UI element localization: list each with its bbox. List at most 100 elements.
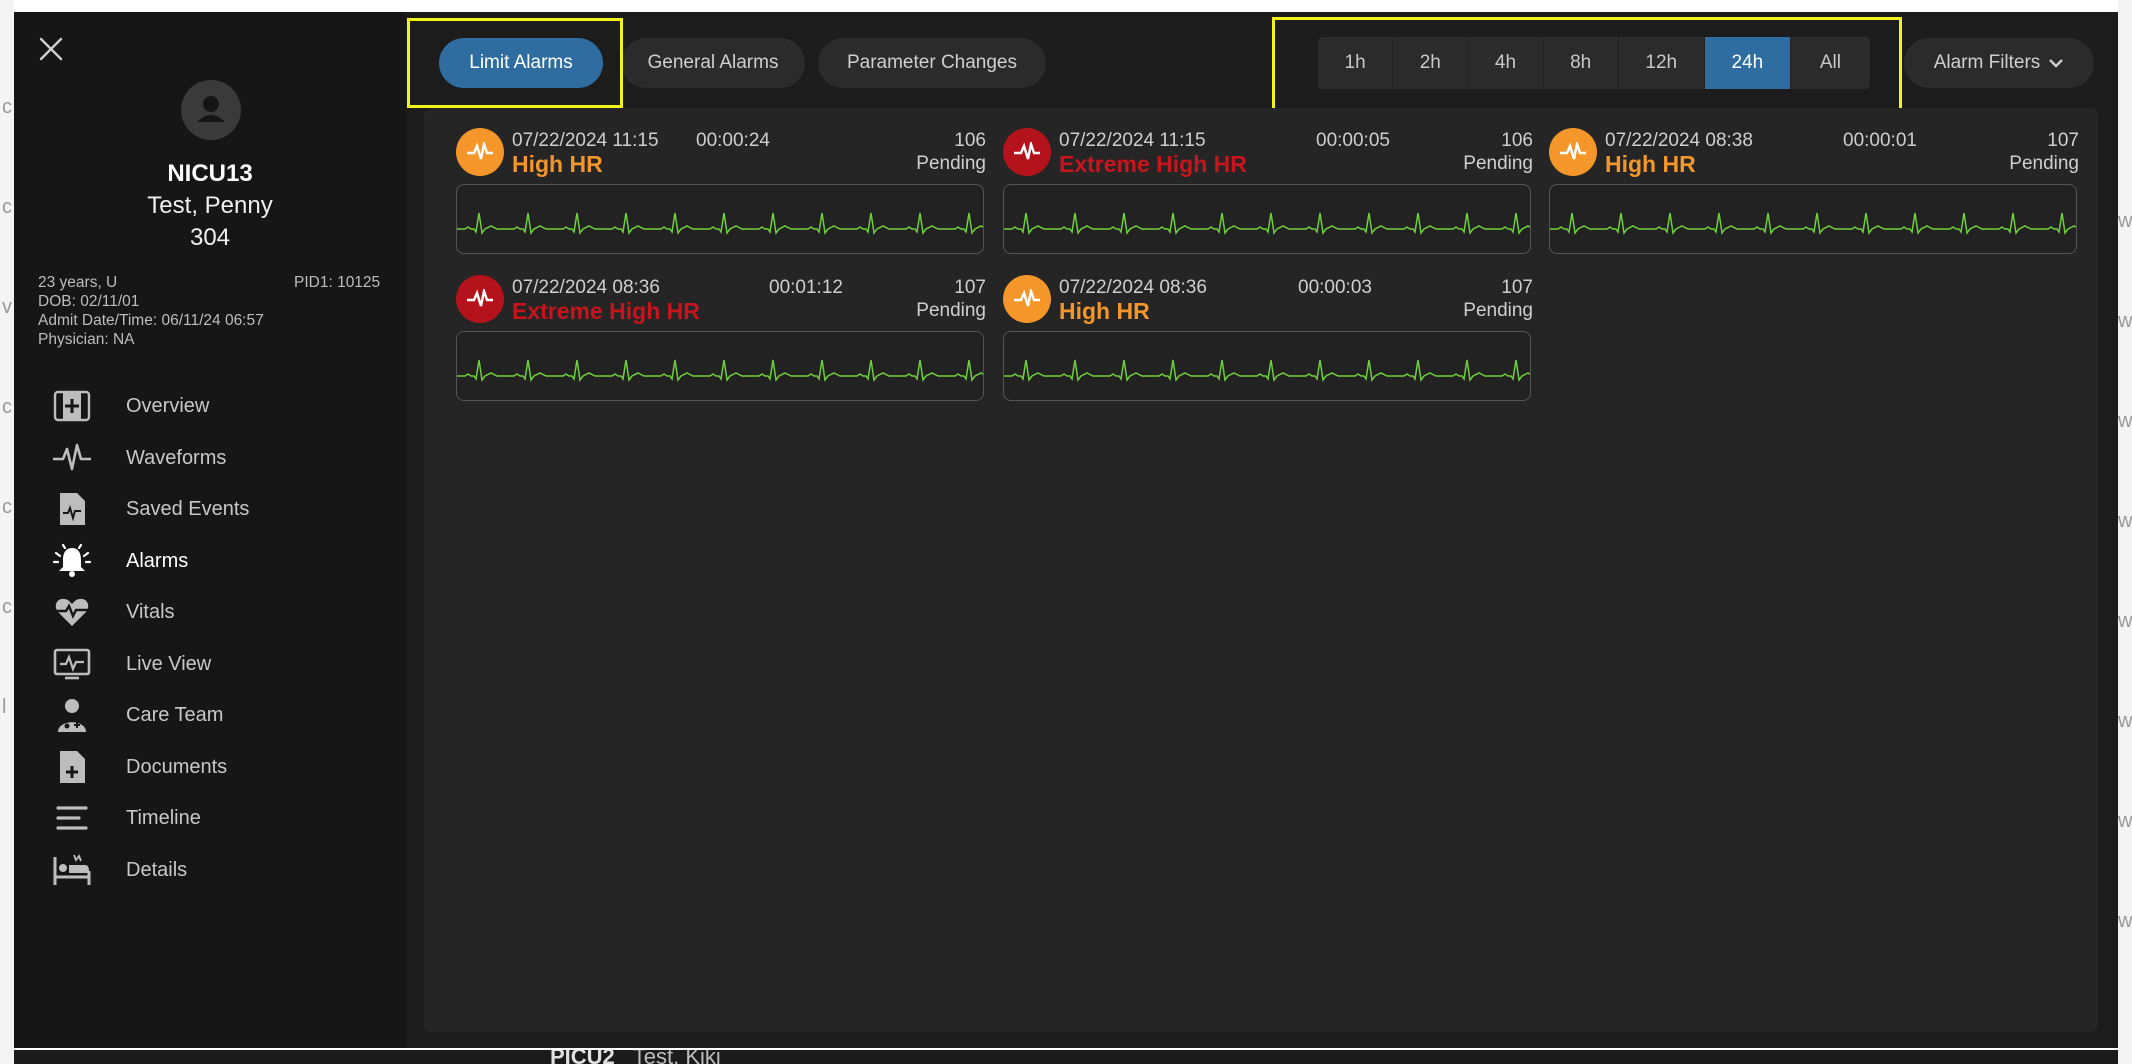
sidebar-item-label: Timeline — [126, 806, 201, 829]
sidebar-item-waveforms[interactable]: Waveforms — [52, 436, 382, 480]
alarm-card[interactable]: 07/22/2024 08:38 00:00:01 107 High HR Pe… — [1549, 128, 2079, 270]
ecg-trace — [457, 359, 983, 382]
sidebar-item-alarms[interactable]: Alarms — [52, 539, 382, 583]
alarm-datetime: 07/22/2024 11:15 — [1059, 130, 1206, 151]
alarm-type: Extreme High HR — [1059, 151, 1247, 177]
alarm-bed: 106 — [954, 130, 986, 151]
alarm-severity-icon — [456, 275, 504, 323]
avatar — [181, 80, 241, 140]
alarms-modal: NICU13 Test, Penny 304 23 years, U PID1:… — [14, 12, 2118, 1048]
alarm-card[interactable]: 07/22/2024 08:36 00:01:12 107 Extreme Hi… — [456, 275, 986, 417]
patient-bed: 304 — [189, 224, 231, 251]
alarm-duration: 00:00:05 — [1316, 130, 1390, 151]
alarm-bed: 106 — [1501, 130, 1533, 151]
close-icon[interactable] — [36, 34, 66, 64]
sidebar-item-overview[interactable]: Overview — [52, 384, 382, 428]
overview-icon — [52, 386, 92, 426]
alarm-severity-icon — [1549, 128, 1597, 176]
alarm-bed: 107 — [1501, 277, 1533, 298]
alarm-datetime: 07/22/2024 08:36 — [1059, 277, 1207, 298]
sidebar-item-label: Vitals — [126, 600, 175, 623]
ecg-trace — [1004, 212, 1530, 235]
alarm-bell-icon — [52, 541, 92, 581]
alarm-datetime: 07/22/2024 11:15 — [512, 130, 659, 151]
sidebar-item-label: Details — [126, 858, 188, 881]
ecg-waveform — [456, 184, 984, 254]
tab-general-alarms[interactable]: General Alarms — [621, 38, 805, 88]
alarm-status: Pending — [916, 153, 986, 174]
sidebar-item-label: Care Team — [126, 703, 224, 726]
sidebar-item-label: Alarms — [126, 549, 189, 572]
alarm-filters-button[interactable]: Alarm Filters — [1904, 38, 2094, 88]
patient-pid: PID1: 10125 — [294, 274, 381, 291]
sidebar-item-live-view[interactable]: Live View — [52, 642, 382, 686]
sidebar-item-timeline[interactable]: Timeline — [52, 796, 382, 840]
sidebar-item-details[interactable]: Details — [52, 848, 382, 892]
alarm-status: Pending — [2009, 153, 2079, 174]
sidebar-item-vitals[interactable]: Vitals — [52, 590, 382, 634]
patient-admit: Admit Date/Time: 06/11/24 06:57 — [38, 312, 264, 329]
alarm-duration: 00:00:01 — [1843, 130, 1917, 151]
timeline-icon — [52, 798, 92, 838]
alarm-duration: 00:01:12 — [769, 277, 843, 298]
live-view-icon — [52, 644, 92, 684]
tab-parameter-changes[interactable]: Parameter Changes — [818, 38, 1046, 88]
sidebar-item-label: Saved Events — [126, 497, 250, 520]
alarm-card[interactable]: 07/22/2024 11:15 00:00:24 106 High HR Pe… — [456, 128, 986, 270]
care-team-icon — [52, 695, 92, 735]
ecg-trace — [457, 212, 983, 235]
alarm-status: Pending — [916, 300, 986, 321]
alarm-bed: 107 — [2047, 130, 2079, 151]
alarm-duration: 00:00:03 — [1298, 277, 1372, 298]
ecg-waveform — [1003, 331, 1531, 401]
alarm-type: High HR — [512, 151, 603, 177]
sidebar-item-label: Documents — [126, 755, 228, 778]
patient-sidebar: NICU13 Test, Penny 304 23 years, U PID1:… — [14, 12, 406, 1048]
alarm-datetime: 07/22/2024 08:36 — [512, 277, 660, 298]
patient-age-sex: 23 years, U — [38, 274, 118, 291]
saved-events-icon — [52, 489, 92, 529]
heart-pulse-icon — [52, 592, 92, 632]
alarm-bed: 107 — [954, 277, 986, 298]
ecg-trace — [1004, 359, 1530, 382]
ecg-waveform — [1003, 184, 1531, 254]
alarm-status: Pending — [1463, 153, 1533, 174]
alarm-list-panel: 07/22/2024 11:15 00:00:24 106 High HR Pe… — [424, 108, 2098, 1032]
highlight-box-tab — [407, 18, 623, 108]
highlight-box-time-range — [1272, 17, 1902, 119]
alarm-type: Extreme High HR — [512, 298, 700, 324]
background-name: Test, Kiki — [632, 1050, 721, 1064]
alarm-severity-icon — [456, 128, 504, 176]
alarm-duration: 00:00:24 — [696, 130, 770, 151]
chevron-down-icon — [2049, 59, 2064, 68]
patient-unit: NICU13 — [167, 160, 253, 187]
background-page-left: ccv ccc l — [0, 0, 14, 1064]
background-patient-row: PICU2 Test, Kiki — [14, 1050, 2118, 1064]
patient-name: Test, Penny — [147, 192, 273, 219]
waveform-icon — [52, 438, 92, 478]
sidebar-item-label: Live View — [126, 652, 212, 675]
alarm-severity-icon — [1003, 275, 1051, 323]
ecg-waveform — [1549, 184, 2077, 254]
patient-dob: DOB: 02/11/01 — [38, 293, 140, 310]
alarm-status: Pending — [1463, 300, 1533, 321]
alarm-type: High HR — [1059, 298, 1150, 324]
sidebar-item-label: Waveforms — [126, 446, 227, 469]
background-unit: PICU2 — [550, 1050, 615, 1064]
sidebar-item-care-team[interactable]: Care Team — [52, 693, 382, 737]
alarm-severity-icon — [1003, 128, 1051, 176]
ecg-waveform — [456, 331, 984, 401]
alarm-card[interactable]: 07/22/2024 08:36 00:00:03 107 High HR Pe… — [1003, 275, 1533, 417]
patient-physician: Physician: NA — [38, 331, 135, 348]
ecg-trace — [1550, 212, 2076, 235]
sidebar-item-saved-events[interactable]: Saved Events — [52, 487, 382, 531]
sidebar-item-documents[interactable]: Documents — [52, 745, 382, 789]
background-page-right: www www ww — [2118, 0, 2132, 1064]
alarm-type: High HR — [1605, 151, 1696, 177]
alarm-card[interactable]: 07/22/2024 11:15 00:00:05 106 Extreme Hi… — [1003, 128, 1533, 270]
alarm-datetime: 07/22/2024 08:38 — [1605, 130, 1753, 151]
documents-icon — [52, 747, 92, 787]
bed-details-icon — [52, 850, 92, 890]
sidebar-item-label: Overview — [126, 394, 210, 417]
alarm-filters-label: Alarm Filters — [1933, 52, 2041, 73]
